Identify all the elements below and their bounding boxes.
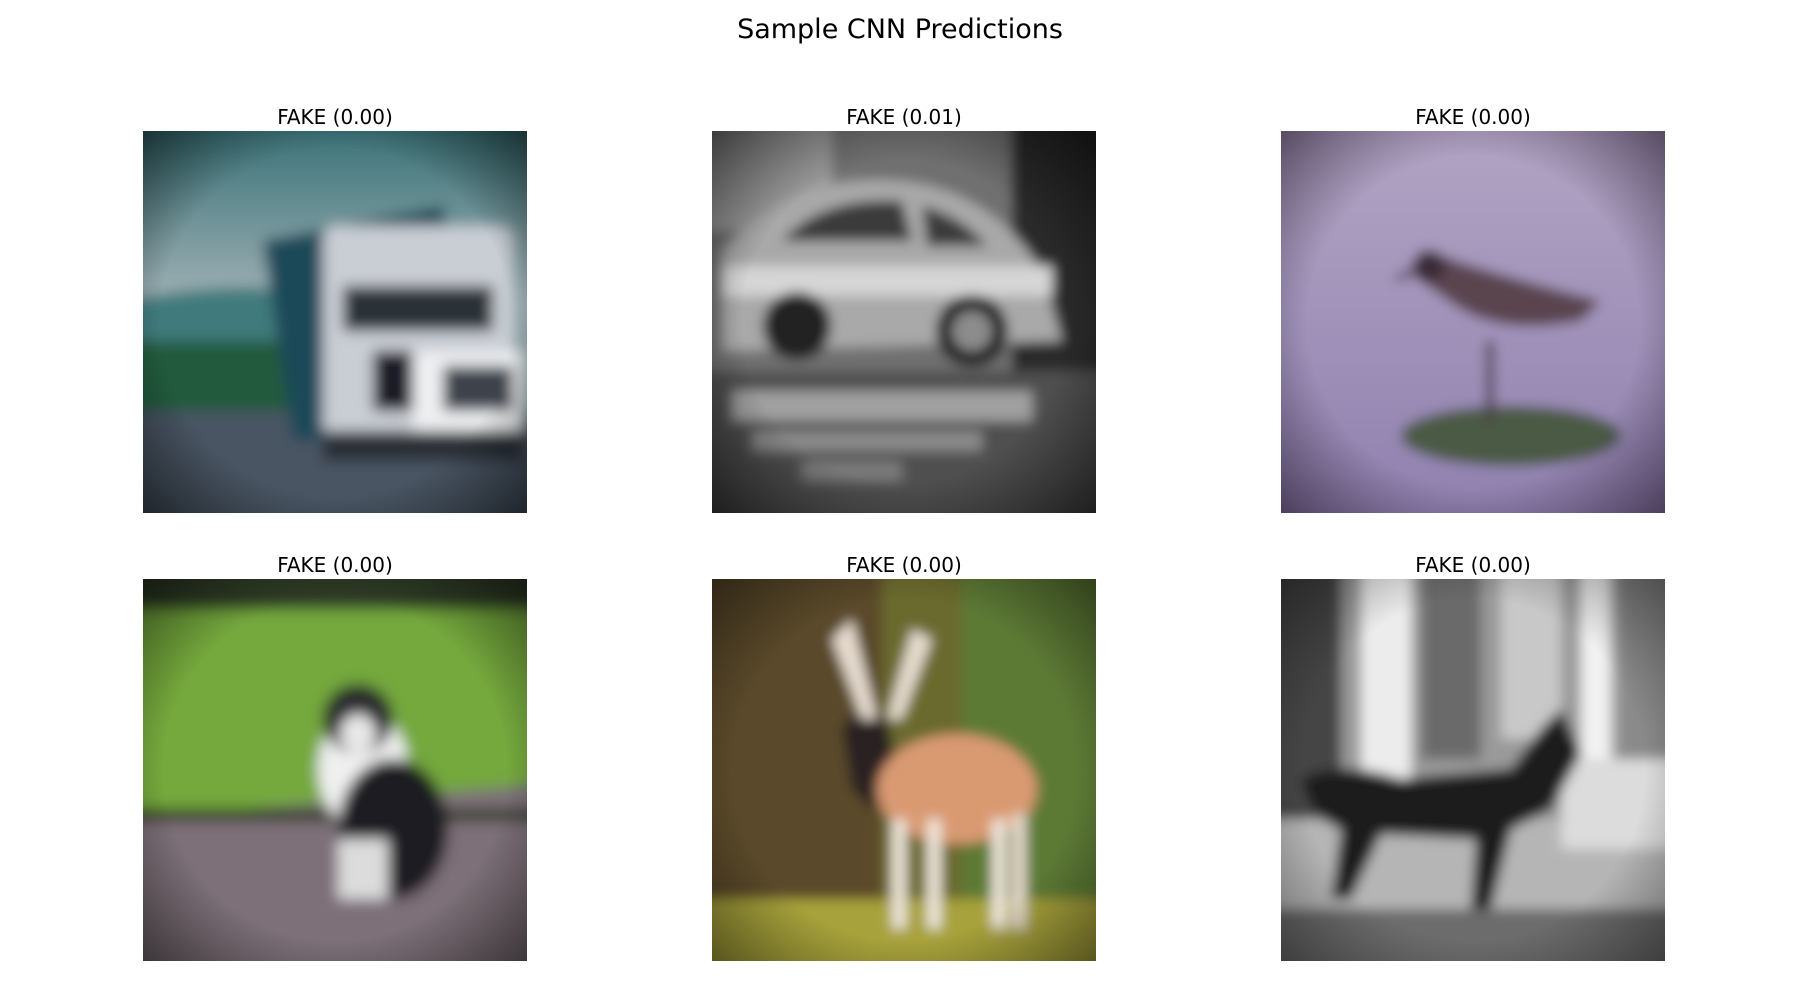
figure-title: Sample CNN Predictions xyxy=(737,14,1063,45)
panel-title-0: FAKE (0.00) xyxy=(277,105,393,129)
deer-image xyxy=(712,579,1096,961)
panel-title-3: FAKE (0.00) xyxy=(277,553,393,577)
car-image xyxy=(712,131,1096,513)
panel-title-2: FAKE (0.00) xyxy=(1415,105,1531,129)
panel-title-1: FAKE (0.01) xyxy=(846,105,962,129)
truck-image xyxy=(143,131,527,513)
panel-title-5: FAKE (0.00) xyxy=(1415,553,1531,577)
bird-image xyxy=(1281,131,1665,513)
panel-title-4: FAKE (0.00) xyxy=(846,553,962,577)
dog-image xyxy=(143,579,527,961)
dog-image xyxy=(1281,579,1665,961)
